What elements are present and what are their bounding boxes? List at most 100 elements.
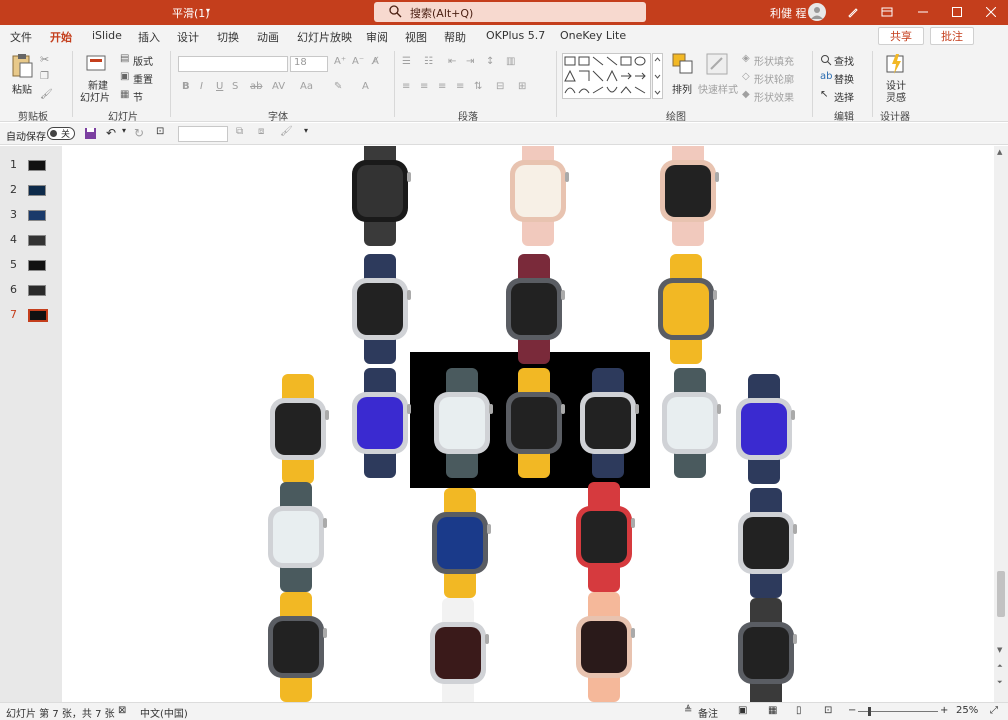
quick-styles-icon[interactable] (706, 53, 728, 75)
tab-okplus[interactable]: OKPlus 5.7 (486, 29, 545, 42)
align-text-icon[interactable]: ⊟ (496, 81, 504, 92)
slide-sorter-icon[interactable]: ▦ (768, 705, 777, 716)
presentation-icon[interactable]: ⊡ (156, 126, 164, 137)
slide-thumbnail-6[interactable] (28, 285, 46, 296)
select-button[interactable]: 选择 (834, 89, 854, 104)
watch-image[interactable] (662, 368, 721, 478)
section-button[interactable]: 节 (133, 89, 143, 104)
minimize-icon[interactable] (912, 2, 934, 22)
slide-thumbnail-1[interactable] (28, 160, 46, 171)
scroll-up-icon[interactable]: ▲ (997, 148, 1002, 156)
tab-home[interactable]: 开始 (48, 29, 74, 49)
slideshow-view-icon[interactable]: ⊡ (824, 705, 832, 716)
ungroup-icon[interactable]: ⧈ (258, 126, 264, 137)
close-icon[interactable] (980, 2, 1002, 22)
increase-indent-icon[interactable]: ⇥ (466, 56, 474, 67)
notes-button[interactable]: 备注 (698, 705, 718, 720)
tab-slideshow[interactable]: 幻灯片放映 (297, 29, 352, 45)
shape-outline-button[interactable]: 形状轮廓 (754, 71, 794, 86)
align-right-icon[interactable]: ≡ (438, 81, 446, 92)
watch-image[interactable] (432, 488, 491, 598)
watch-image[interactable] (738, 598, 797, 702)
slide-thumbnail-2[interactable] (28, 185, 46, 196)
scrollbar-thumb[interactable] (997, 571, 1005, 617)
bold-icon[interactable]: B (182, 81, 190, 92)
fit-slide-icon[interactable]: ⤢ (990, 705, 998, 716)
document-title[interactable]: 平滑(1) (172, 5, 210, 21)
watch-image[interactable] (576, 482, 635, 592)
slide-thumbnail-3[interactable] (28, 210, 46, 221)
font-size-combo[interactable]: 18 (290, 56, 328, 72)
watch-image[interactable] (268, 482, 327, 592)
undo-dropdown-icon[interactable]: ▾ (122, 126, 126, 135)
paste-button[interactable]: 粘贴 (12, 81, 32, 96)
reading-view-icon[interactable]: ▯ (796, 705, 802, 716)
slide-thumbnail-7[interactable] (28, 309, 48, 322)
reset-button[interactable]: 重置 (133, 71, 153, 86)
comments-button[interactable]: 批注 (930, 27, 974, 45)
copy-icon[interactable]: ❐ (40, 71, 49, 82)
watch-image[interactable] (270, 374, 329, 484)
format-painter-icon[interactable]: 🖌 (40, 89, 53, 100)
text-direction-icon[interactable]: ⇅ (474, 81, 482, 92)
watch-image[interactable] (660, 146, 719, 246)
paste-icon[interactable] (10, 53, 34, 79)
brush-icon[interactable]: 🖌 (280, 126, 293, 137)
cut-icon[interactable]: ✂ (40, 53, 49, 66)
next-slide-icon[interactable]: ⏷ (997, 678, 1003, 687)
zoom-level[interactable]: 25% (956, 705, 978, 716)
align-center-icon[interactable]: ≡ (420, 81, 428, 92)
watch-image[interactable] (736, 374, 795, 484)
qat-combo[interactable] (178, 126, 228, 142)
watch-image[interactable] (352, 368, 411, 478)
maximize-icon[interactable] (946, 2, 968, 22)
watch-image[interactable] (506, 254, 565, 364)
grow-font-icon[interactable]: A⁺ (334, 56, 346, 67)
align-left-icon[interactable]: ≡ (402, 81, 410, 92)
change-case-icon[interactable]: Aa (300, 81, 313, 92)
slide[interactable] (62, 146, 994, 702)
tab-review[interactable]: 审阅 (366, 29, 388, 45)
shape-fill-button[interactable]: 形状填充 (754, 53, 794, 68)
font-name-combo[interactable] (178, 56, 288, 72)
new-slide-icon[interactable] (86, 53, 108, 73)
columns-icon[interactable]: ▥ (506, 56, 515, 67)
clear-format-icon[interactable]: A̸ (372, 56, 379, 67)
watch-image[interactable] (434, 368, 493, 478)
watch-image[interactable] (430, 598, 489, 702)
tab-help[interactable]: 帮助 (444, 29, 466, 45)
tab-animations[interactable]: 动画 (257, 29, 279, 45)
numbering-icon[interactable]: ☷ (424, 56, 433, 67)
italic-icon[interactable]: I (200, 81, 203, 92)
shape-effects-button[interactable]: 形状效果 (754, 89, 794, 104)
watch-image[interactable] (576, 592, 635, 702)
find-button[interactable]: 查找 (834, 53, 854, 68)
avatar[interactable] (808, 3, 826, 21)
watch-image[interactable] (580, 368, 639, 478)
shapes-gallery[interactable] (562, 53, 664, 99)
highlight-icon[interactable]: ✎ (334, 81, 342, 92)
line-spacing-icon[interactable]: ↕ (486, 56, 494, 67)
chevron-down-icon[interactable]: ▾ (206, 6, 210, 15)
quick-styles-button[interactable]: 快速样式 (698, 81, 738, 96)
zoom-in-icon[interactable]: + (940, 705, 948, 716)
watch-image[interactable] (506, 368, 565, 478)
watch-image[interactable] (658, 254, 717, 364)
previous-slide-icon[interactable]: ⏶ (997, 662, 1003, 671)
ribbon-display-icon[interactable] (876, 2, 898, 22)
watch-image[interactable] (738, 488, 797, 598)
zoom-out-icon[interactable]: − (848, 705, 856, 716)
design-ideas-icon[interactable] (886, 53, 906, 75)
tab-islide[interactable]: iSlide (92, 29, 122, 42)
slide-thumbnail-4[interactable] (28, 235, 46, 246)
tab-file[interactable]: 文件 (10, 29, 32, 45)
shadow-icon[interactable]: S (232, 81, 238, 92)
zoom-slider-knob[interactable] (868, 707, 871, 716)
slide-canvas[interactable] (62, 146, 994, 702)
justify-icon[interactable]: ≡ (456, 81, 464, 92)
user-name[interactable]: 利健 程 (770, 5, 807, 21)
save-icon[interactable] (84, 127, 97, 140)
underline-icon[interactable]: U (216, 81, 223, 92)
redo-icon[interactable]: ↻ (134, 126, 144, 140)
strikethrough-icon[interactable]: ab (250, 81, 262, 92)
